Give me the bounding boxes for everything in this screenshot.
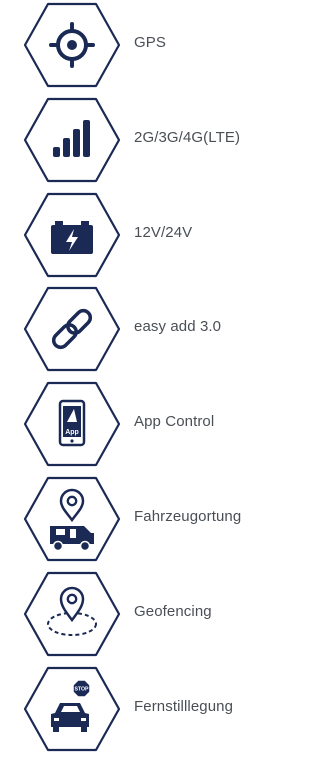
chain-link-icon bbox=[23, 286, 121, 372]
battery-icon bbox=[23, 192, 121, 278]
map-pin-camper-icon bbox=[23, 476, 121, 562]
feature-label: Geofencing bbox=[134, 603, 212, 620]
stop-car-icon: STOP bbox=[23, 666, 121, 752]
feature-geofencing: Geofencing bbox=[0, 569, 277, 659]
feature-mobile-network: 2G/3G/4G(LTE) bbox=[0, 95, 277, 185]
feature-label: 12V/24V bbox=[134, 224, 193, 241]
feature-label: easy add 3.0 bbox=[134, 318, 222, 335]
feature-label: Fernstilllegung bbox=[134, 698, 234, 715]
feature-app-control: App App Control bbox=[0, 379, 277, 469]
feature-vehicle-location: Fahrzeugortung bbox=[0, 474, 277, 564]
feature-label: Fahrzeugortung bbox=[134, 508, 242, 525]
feature-gps: GPS bbox=[0, 0, 277, 90]
stop-sign-text: STOP bbox=[74, 687, 89, 693]
feature-label: GPS bbox=[134, 34, 166, 51]
smartphone-app-icon: App bbox=[23, 381, 121, 467]
feature-label: 2G/3G/4G(LTE) bbox=[134, 129, 241, 146]
feature-remote-immobilization: STOP Fernstilllegung bbox=[0, 664, 277, 754]
gps-crosshair-icon bbox=[23, 2, 121, 88]
feature-easy-add: easy add 3.0 bbox=[0, 284, 277, 374]
feature-voltage: 12V/24V bbox=[0, 190, 277, 280]
geofence-pin-icon bbox=[23, 571, 121, 657]
app-icon-text: App bbox=[65, 429, 79, 436]
signal-bars-icon bbox=[23, 97, 121, 183]
feature-label: App Control bbox=[134, 413, 215, 430]
